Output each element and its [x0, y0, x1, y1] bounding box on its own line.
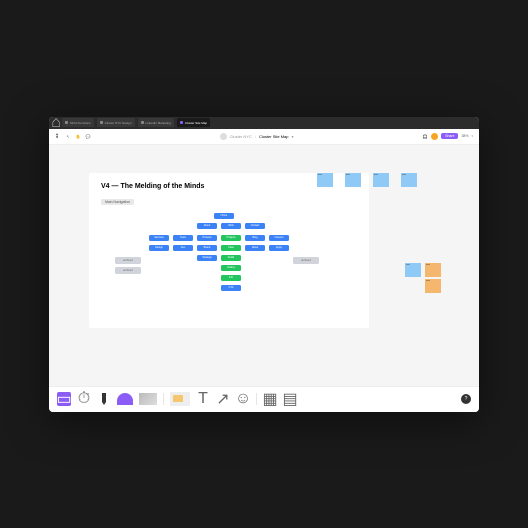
sitemap-node[interactable]: Brand: [197, 245, 217, 251]
sitemap-node[interactable]: Detail: [221, 255, 241, 261]
tab-3[interactable]: Cluster Site Map: [177, 118, 210, 127]
connector-tool[interactable]: ↗: [216, 392, 230, 406]
divider: [163, 393, 164, 405]
sitemap-node[interactable]: Gallery: [221, 265, 241, 271]
timer-tool[interactable]: ⏱: [77, 392, 91, 406]
sticky-note[interactable]: note: [425, 263, 441, 277]
app-window: ⌂ MCH Functions Cluster NYC Design Linke…: [49, 117, 479, 412]
hand-icon[interactable]: ✋: [75, 133, 81, 139]
sitemap-node[interactable]: Work: [221, 223, 241, 229]
widgets-tool[interactable]: ▦: [263, 392, 277, 406]
sticky-note[interactable]: note: [425, 279, 441, 293]
help-button[interactable]: ?: [461, 394, 471, 404]
sitemap-node[interactable]: Home: [214, 213, 234, 219]
chevron-down-icon[interactable]: ▾: [471, 134, 473, 138]
text-tool[interactable]: T: [196, 392, 210, 406]
sitemap-node[interactable]: About: [197, 223, 217, 229]
headphones-icon[interactable]: 🎧: [422, 133, 428, 139]
sticky-note[interactable]: note: [373, 173, 389, 187]
eraser-tool[interactable]: [139, 393, 157, 405]
tab-0[interactable]: MCH Functions: [62, 118, 94, 127]
sticky-note[interactable]: note: [317, 173, 333, 187]
sitemap-node[interactable]: Design: [149, 245, 169, 251]
sitemap-node[interactable]: Dev: [173, 245, 193, 251]
sitemap-node[interactable]: Projects: [221, 235, 241, 241]
sitemap-node[interactable]: archived: [115, 257, 141, 264]
share-button[interactable]: Share: [441, 133, 458, 139]
tab-2[interactable]: LinkedIn Marketing: [138, 118, 174, 127]
sitemap-node[interactable]: archived: [115, 267, 141, 274]
sitemap-node[interactable]: archived: [293, 257, 319, 264]
sitemap-node[interactable]: Team: [173, 235, 193, 241]
titlebar: ⌂ MCH Functions Cluster NYC Design Linke…: [49, 117, 479, 129]
marker-tool[interactable]: [97, 392, 111, 406]
pointer-icon[interactable]: ↖: [65, 133, 71, 139]
sitemap-node[interactable]: News: [245, 245, 265, 251]
sitemap-node[interactable]: Contact: [245, 223, 265, 229]
sitemap-node[interactable]: Info: [221, 275, 241, 281]
sticky-note[interactable]: note: [345, 173, 361, 187]
workspace-avatar[interactable]: [220, 133, 227, 140]
sitemap-node[interactable]: Strategy: [197, 255, 217, 261]
sitemap-node[interactable]: Careers: [269, 235, 289, 241]
sitemap-node[interactable]: Case: [221, 245, 241, 251]
workspace-name[interactable]: Cluster NYC: [230, 134, 252, 139]
select-tool[interactable]: ▭: [57, 392, 71, 406]
comment-icon[interactable]: 💬: [85, 133, 91, 139]
user-avatar[interactable]: [431, 133, 438, 140]
home-icon[interactable]: ⌂: [53, 120, 59, 126]
section-tag: Main Navigation: [101, 199, 134, 205]
page-title: V4 — The Melding of the Minds: [101, 183, 204, 190]
shape-preview[interactable]: [117, 393, 133, 405]
divider: [256, 393, 257, 405]
bottom-toolbar: ▭ ⏱ T ↗ ☺ ▦ ▤ ?: [49, 386, 479, 412]
sitemap-node[interactable]: Apply: [269, 245, 289, 251]
sticky-tool[interactable]: [170, 392, 190, 406]
sitemap-node[interactable]: Process: [197, 235, 217, 241]
sitemap-node[interactable]: Services: [149, 235, 169, 241]
chevron-down-icon[interactable]: ▾: [292, 134, 294, 139]
sticky-note[interactable]: note: [401, 173, 417, 187]
zoom-level[interactable]: 38%: [461, 134, 468, 138]
table-tool[interactable]: ▤: [283, 392, 297, 406]
sticky-note[interactable]: note: [405, 263, 421, 277]
stamp-tool[interactable]: ☺: [236, 392, 250, 406]
sitemap-node[interactable]: Blog: [245, 235, 265, 241]
tab-1[interactable]: Cluster NYC Design: [97, 118, 135, 127]
figjam-logo-icon[interactable]: [55, 133, 61, 139]
canvas[interactable]: V4 — The Melding of the Minds Main Navig…: [49, 145, 479, 386]
file-name[interactable]: Cluster Site Map: [259, 134, 289, 139]
toolbar: ↖ ✋ 💬 Cluster NYC / Cluster Site Map ▾ 🎧…: [49, 129, 479, 145]
sitemap-node[interactable]: CTA: [221, 285, 241, 291]
